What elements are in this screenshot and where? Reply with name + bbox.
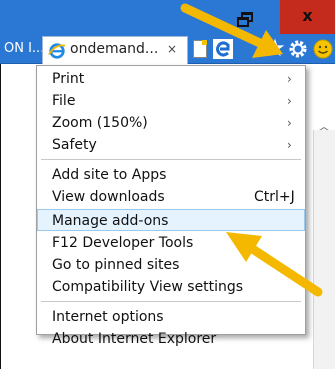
annotation-arrows bbox=[180, 3, 323, 297]
arrow-to-gear bbox=[180, 3, 283, 58]
arrow-to-manage-add-ons bbox=[226, 232, 323, 297]
